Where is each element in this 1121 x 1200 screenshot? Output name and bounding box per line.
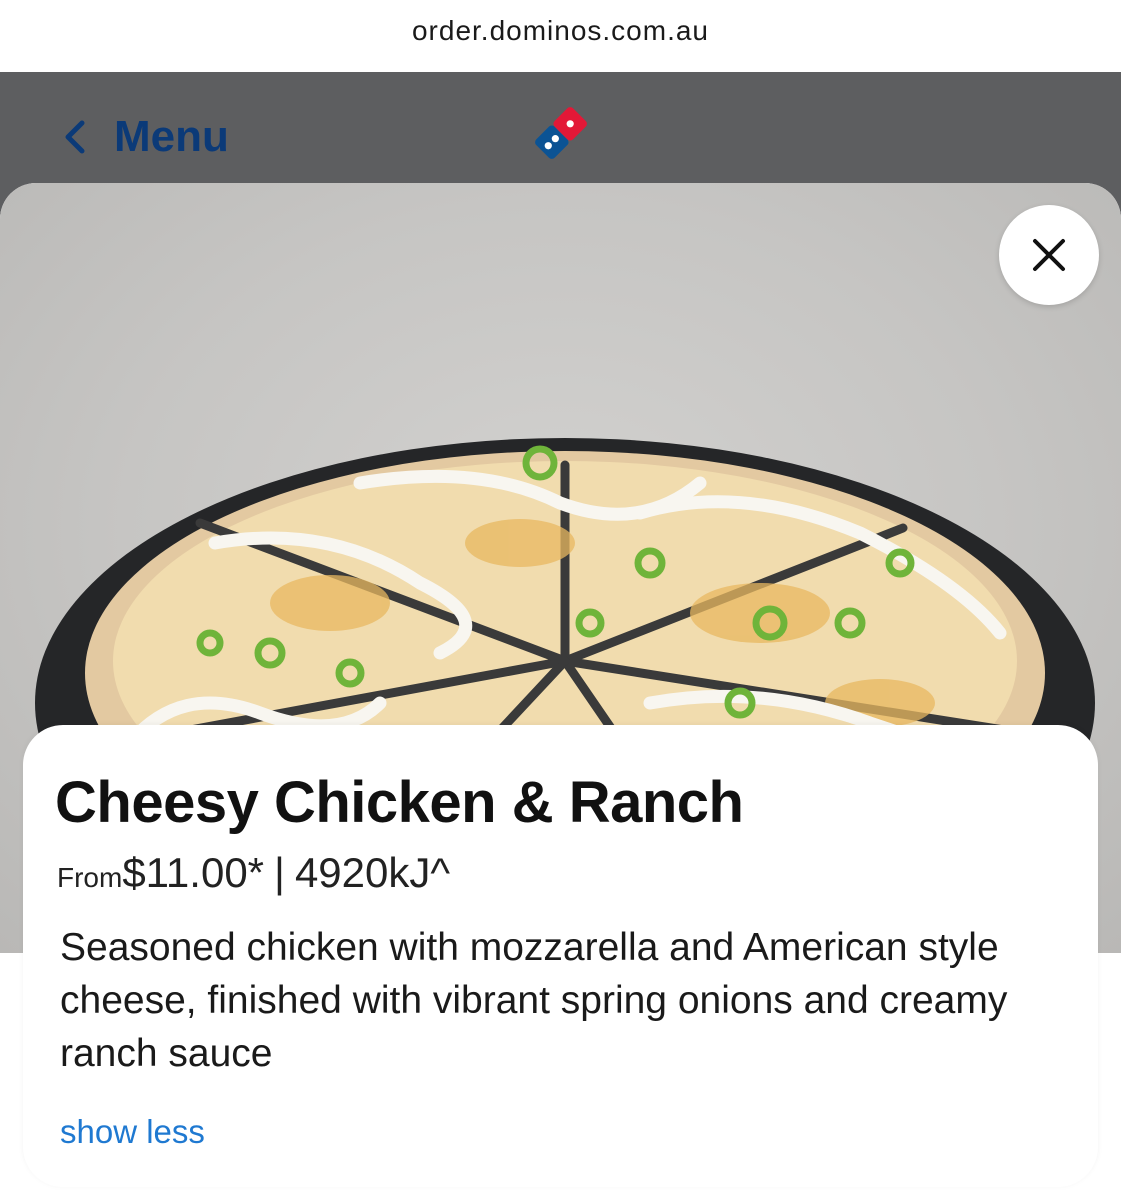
price-prefix: From <box>57 862 123 893</box>
product-energy: 4920kJ^ <box>294 849 451 896</box>
show-less-link[interactable]: show less <box>60 1113 205 1151</box>
product-info-card: Cheesy Chicken & Ranch From$11.00* | 4920k… <box>23 725 1098 1187</box>
chevron-left-icon <box>65 120 85 154</box>
price-separator: | <box>274 849 285 896</box>
page: order.dominos.com.au Menu Cheesy Chicken… <box>0 0 1121 1200</box>
dominos-logo-icon <box>535 107 587 159</box>
product-description: Seasoned chicken with mozzarella and Ame… <box>60 926 1008 1075</box>
back-link-label: Menu <box>114 112 229 161</box>
url-text: order.dominos.com.au <box>411 15 710 46</box>
close-button[interactable] <box>999 205 1099 305</box>
product-price: $11.00* <box>122 849 265 896</box>
close-icon <box>1033 239 1065 271</box>
product-title: Cheesy Chicken & Ranch <box>55 770 744 835</box>
price-line: From$11.00* | 4920kJ^ <box>57 849 450 897</box>
browser-url-bar[interactable]: order.dominos.com.au <box>0 0 1121 73</box>
back-to-menu-link[interactable]: Menu <box>56 112 229 162</box>
